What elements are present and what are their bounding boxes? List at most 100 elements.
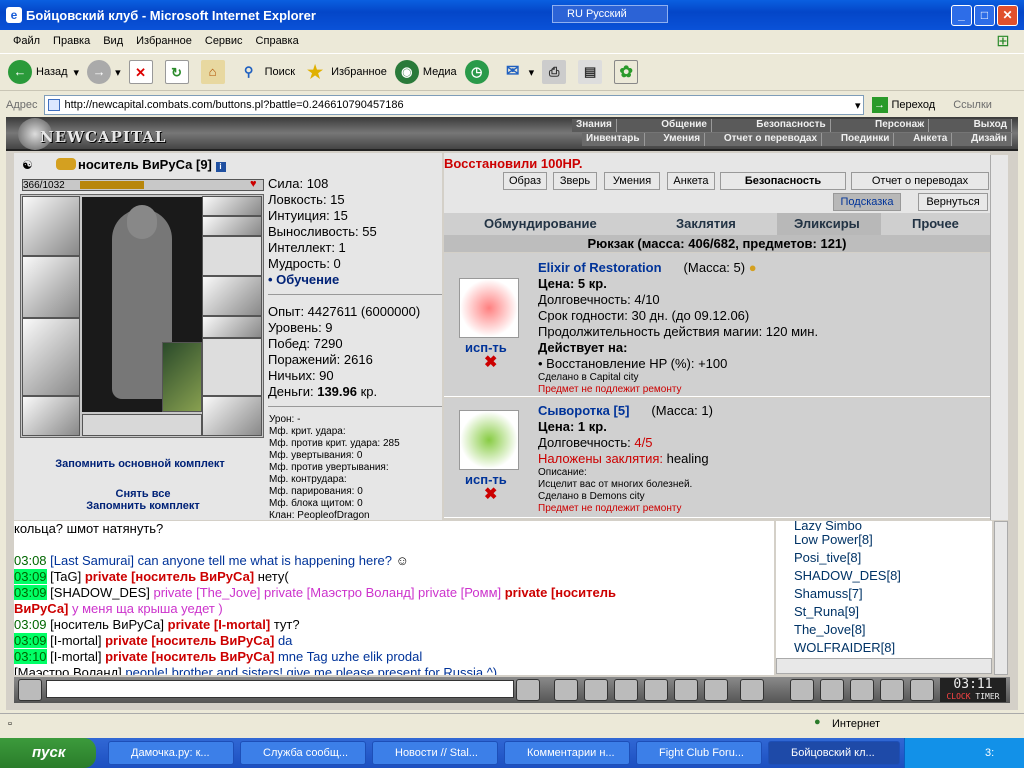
- chat-input[interactable]: [46, 680, 514, 698]
- online-vscrollbar[interactable]: [994, 521, 1008, 675]
- item-name[interactable]: Сыворотка [5]: [538, 403, 629, 418]
- skills-button[interactable]: Умения: [604, 172, 660, 190]
- search-button[interactable]: ⚲ Поиск: [236, 60, 295, 84]
- minimize-button[interactable]: _: [951, 5, 972, 26]
- links-label[interactable]: Ссылки: [953, 99, 992, 111]
- helmet-slot[interactable]: [22, 196, 80, 256]
- delete-icon[interactable]: ✖: [484, 352, 497, 372]
- remember-main-set-link[interactable]: Запомнить основной комплект: [30, 458, 250, 470]
- shield-slot[interactable]: [202, 338, 262, 396]
- clan-icon[interactable]: [850, 679, 874, 701]
- training-link[interactable]: • Обучение: [268, 272, 377, 288]
- undress-all-link[interactable]: Снять все: [30, 488, 256, 500]
- rings-slot[interactable]: [202, 316, 262, 338]
- flag-icon[interactable]: [880, 679, 904, 701]
- eraser-icon[interactable]: [554, 679, 578, 701]
- task-button[interactable]: Fight Club Foru...: [636, 741, 762, 765]
- online-user[interactable]: Low Power[8]: [776, 531, 992, 549]
- online-user[interactable]: The_Jove[8]: [776, 621, 992, 639]
- quest-icon[interactable]: [820, 679, 844, 701]
- item-name[interactable]: Elixir of Restoration: [538, 260, 662, 275]
- online-user[interactable]: St_Runa[9]: [776, 603, 992, 621]
- nav-knowledge[interactable]: Знания: [572, 119, 617, 132]
- transfer-report-button[interactable]: Отчет о переводах: [851, 172, 989, 190]
- menu-view[interactable]: Вид: [103, 35, 123, 47]
- media-button[interactable]: ◉ Медиа: [394, 60, 457, 84]
- amulet-slot[interactable]: [202, 216, 262, 236]
- task-button[interactable]: Новости // Stal...: [372, 741, 498, 765]
- nav-inventory[interactable]: Инвентарь: [582, 133, 645, 146]
- favorites-button[interactable]: ★ Избранное: [303, 60, 387, 84]
- stop-button[interactable]: ✕: [128, 60, 157, 84]
- task-button-active[interactable]: Бойцовский кл...: [768, 741, 900, 765]
- tab-other[interactable]: Прочее: [912, 216, 959, 231]
- nav-character[interactable]: Персонаж: [871, 119, 930, 132]
- sound-icon[interactable]: [704, 679, 728, 701]
- save-icon[interactable]: [614, 679, 638, 701]
- close-button[interactable]: ✕: [997, 5, 1018, 26]
- return-button[interactable]: Вернуться: [918, 193, 988, 211]
- mail-button[interactable]: ✉ ▾: [500, 60, 535, 84]
- inventory-scrollbar[interactable]: [990, 155, 1008, 520]
- fighter-icon[interactable]: [644, 679, 668, 701]
- online-user[interactable]: SHADOW_DES[8]: [776, 567, 992, 585]
- tab-spells[interactable]: Заклятия: [676, 216, 736, 231]
- menu-help[interactable]: Справка: [256, 35, 299, 47]
- nav-security[interactable]: Безопасность: [752, 119, 831, 132]
- maximize-button[interactable]: □: [974, 5, 995, 26]
- nav-battles[interactable]: Поединки: [837, 133, 895, 146]
- security-button[interactable]: Безопасность: [720, 172, 846, 190]
- online-hscrollbar[interactable]: [776, 658, 992, 674]
- online-user[interactable]: Posi_tive[8]: [776, 549, 992, 567]
- nav-exit[interactable]: Выход: [970, 119, 1012, 132]
- remember-set-link[interactable]: Запомнить комплект: [30, 500, 256, 512]
- tray-clock[interactable]: 3:: [985, 747, 994, 759]
- address-input[interactable]: http://newcapital.combats.com/buttons.pl…: [43, 95, 864, 115]
- nav-transfer-report[interactable]: Отчет о переводах: [720, 133, 823, 146]
- back-button[interactable]: ← Назад ▾: [8, 60, 79, 84]
- start-button[interactable]: пуск: [0, 738, 96, 768]
- exit-icon[interactable]: [910, 679, 934, 701]
- chevron-down-icon[interactable]: ▾: [855, 97, 861, 115]
- delete-icon[interactable]: ✖: [484, 484, 497, 504]
- info-icon[interactable]: i: [215, 162, 226, 172]
- gloves-slot[interactable]: [202, 276, 262, 316]
- profile-button[interactable]: Анкета: [667, 172, 715, 190]
- nav-design[interactable]: Дизайн: [967, 133, 1012, 146]
- smiley-icon[interactable]: [740, 679, 764, 701]
- boots-slot[interactable]: [202, 396, 262, 436]
- home-button[interactable]: ⌂: [200, 60, 229, 84]
- menu-file[interactable]: Файл: [13, 35, 40, 47]
- icq-button[interactable]: ✿: [614, 60, 642, 84]
- tab-elixirs[interactable]: Эликсиры: [794, 216, 860, 231]
- nav-skills[interactable]: Умения: [659, 133, 706, 146]
- print-button[interactable]: ⎙: [542, 60, 570, 84]
- menu-tools[interactable]: Сервис: [205, 35, 243, 47]
- tab-equipment[interactable]: Обмундирование: [484, 216, 597, 231]
- filter-icon[interactable]: [584, 679, 608, 701]
- chevron-down-icon[interactable]: ▾: [115, 66, 121, 79]
- chat-menu-button[interactable]: [18, 679, 42, 701]
- weapon-slot[interactable]: [22, 256, 80, 318]
- pet-frog-image[interactable]: [162, 342, 202, 412]
- refresh-button[interactable]: ↻: [164, 60, 193, 84]
- bracer-slot[interactable]: [202, 236, 262, 276]
- chevron-down-icon[interactable]: ▾: [74, 66, 80, 79]
- menu-edit[interactable]: Правка: [53, 35, 90, 47]
- nav-profile[interactable]: Анкета: [909, 133, 953, 146]
- online-user[interactable]: Lazy Simbo: [776, 521, 992, 531]
- earring-slot[interactable]: [202, 196, 262, 216]
- armor-slot[interactable]: [22, 318, 80, 396]
- hint-button[interactable]: Подсказка: [833, 193, 901, 211]
- inventory-icon[interactable]: [790, 679, 814, 701]
- edit-button[interactable]: ▤: [578, 60, 606, 84]
- language-bar[interactable]: RU Русский: [552, 5, 668, 23]
- online-user[interactable]: Shamuss[7]: [776, 585, 992, 603]
- chevron-down-icon[interactable]: ▾: [529, 66, 535, 79]
- image-button[interactable]: Образ: [503, 172, 547, 190]
- forward-button[interactable]: → ▾: [87, 60, 121, 84]
- task-button[interactable]: Дамочка.ру: к...: [108, 741, 234, 765]
- task-button[interactable]: Служба сообщ...: [240, 741, 366, 765]
- menu-favorites[interactable]: Избранное: [136, 35, 192, 47]
- task-button[interactable]: Комментарии н...: [504, 741, 630, 765]
